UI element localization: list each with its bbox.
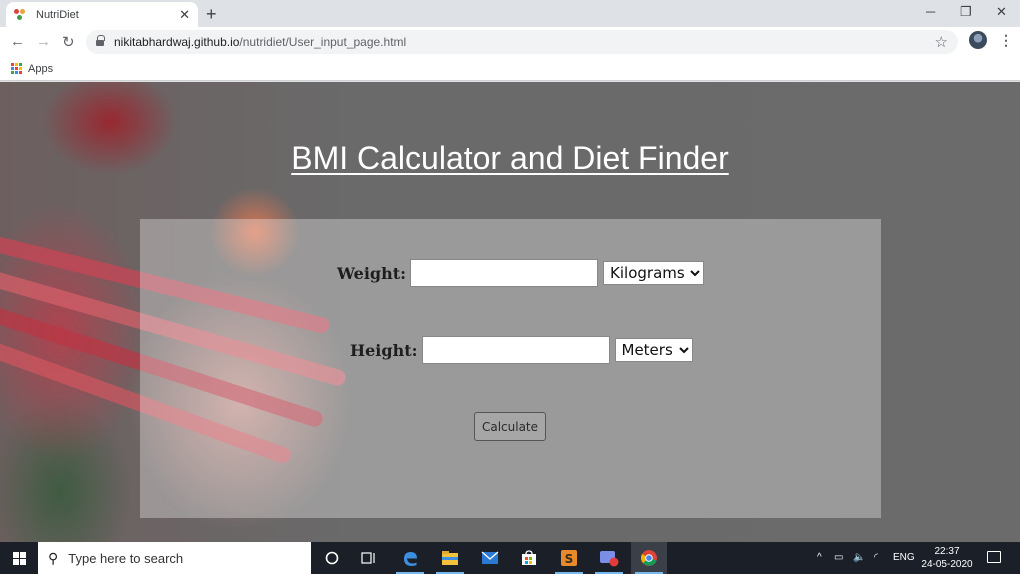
weight-unit-select[interactable]: Kilograms [603,261,705,285]
mail-icon[interactable] [472,542,508,574]
back-button[interactable]: ← [10,33,25,50]
apps-grid-icon [11,63,22,74]
chrome-icon[interactable] [631,542,667,574]
tab-title: NutriDiet [36,8,79,21]
cortana-icon[interactable] [314,542,350,574]
height-row: Height: Meters [350,336,693,364]
browser-toolbar: ← → ↻ nikitabhardwaj.github.io/nutridiet… [0,27,1020,57]
page-title[interactable]: BMI Calculator and Diet Finder [0,140,1020,177]
lock-icon [96,34,105,47]
store-icon[interactable] [511,542,547,574]
taskbar: ⚲ Type here to search S ^ ▭ 🔈 ◜ ENG 22:3… [0,542,1020,574]
star-icon[interactable]: ☆ [935,33,948,51]
taskbar-clock[interactable]: 22:37 24-05-2020 [918,545,976,571]
battery-icon[interactable]: ▭ [834,552,843,563]
tab-strip: NutriDiet ✕ + ─ ❐ ✕ [0,0,1020,27]
height-label: Height: [350,340,418,360]
bookmarks-bar: Apps [0,57,1020,81]
action-center-icon[interactable] [987,551,1001,563]
height-unit-select[interactable]: Meters [614,338,693,362]
svg-text:S: S [565,552,574,566]
weight-input[interactable] [410,259,599,287]
new-tab-button[interactable]: + [206,4,217,25]
calculate-button[interactable]: Calculate [474,412,546,441]
weight-label: Weight: [337,263,407,283]
browser-menu-icon[interactable]: ⋮ [999,32,1013,49]
nutridiet-logo-icon [14,8,28,21]
tab-close-icon[interactable]: ✕ [179,7,190,23]
address-bar[interactable]: nikitabhardwaj.github.io/nutridiet/User_… [86,30,958,54]
task-view-icon[interactable] [351,542,387,574]
form-panel: Weight: Kilograms Height: Meters Calcula… [140,219,881,518]
reload-button[interactable]: ↻ [62,33,75,51]
clock-date: 24-05-2020 [921,559,973,570]
edge-icon[interactable] [392,542,428,574]
height-input[interactable] [421,336,610,364]
language-indicator[interactable]: ENG [893,552,915,563]
bookmark-apps[interactable]: Apps [28,63,53,75]
tab-nutridiet[interactable]: NutriDiet ✕ [6,2,198,27]
url-path: /nutridiet/User_input_page.html [239,35,407,49]
close-window-button[interactable]: ✕ [996,4,1007,20]
profile-avatar[interactable] [969,31,987,49]
show-hidden-icons-icon[interactable]: ^ [817,552,822,563]
screen-recorder-icon[interactable] [591,542,627,574]
file-explorer-icon[interactable] [432,542,468,574]
search-icon: ⚲ [48,549,59,566]
restore-button[interactable]: ❐ [960,4,972,20]
sublime-text-icon[interactable]: S [551,542,587,574]
wifi-icon[interactable]: ◜ [874,552,878,563]
url-host: nikitabhardwaj.github.io [114,35,240,49]
taskbar-search-placeholder: Type here to search [68,550,184,566]
forward-button[interactable]: → [36,33,51,50]
minimize-button[interactable]: ─ [926,4,935,19]
weight-row: Weight: Kilograms [337,259,705,287]
taskbar-search-box[interactable]: ⚲ Type here to search [38,542,311,574]
clock-time: 22:37 [934,546,960,557]
volume-icon[interactable]: 🔈 [853,552,865,563]
page-background: BMI Calculator and Diet Finder Weight: K… [0,82,1020,542]
windows-start-icon[interactable] [13,552,26,565]
